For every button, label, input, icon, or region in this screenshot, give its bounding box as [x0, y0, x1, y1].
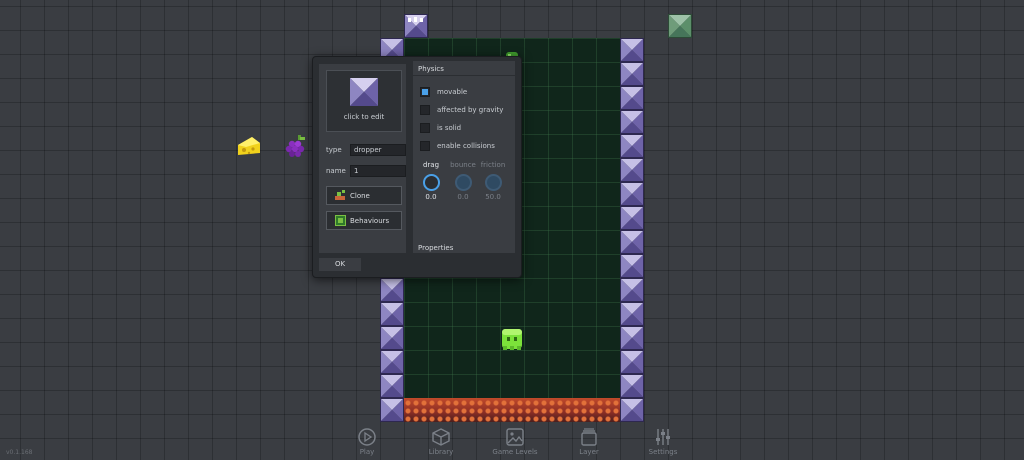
checkbox[interactable] — [420, 141, 430, 151]
type-field-row: type — [326, 144, 406, 156]
clone-icon — [335, 190, 345, 200]
wall-tile[interactable] — [620, 254, 644, 278]
toolbar-label: Layer — [579, 448, 599, 456]
toolbar-label: Play — [359, 448, 375, 456]
wall-tile[interactable] — [620, 38, 644, 62]
dropper-sprite[interactable] — [404, 14, 428, 38]
physics-option[interactable]: is solid — [420, 123, 461, 133]
wall-tile[interactable] — [620, 374, 644, 398]
physics-option[interactable]: movable — [420, 87, 467, 97]
wall-tile[interactable] — [380, 326, 404, 350]
knob-label: drag — [422, 161, 440, 169]
knob-value: 0.0 — [457, 193, 469, 201]
slime-icon — [502, 329, 522, 350]
dropper-sprite-preview-icon — [350, 78, 378, 106]
toolbar-label: Library — [428, 448, 454, 456]
sprite-edit-box[interactable]: click to edit — [326, 70, 402, 132]
properties-title: Properties — [418, 244, 454, 252]
wall-tile[interactable] — [380, 374, 404, 398]
wall-tile[interactable] — [620, 110, 644, 134]
name-input[interactable] — [350, 165, 406, 177]
grapes-icon — [285, 135, 305, 157]
wall-tile[interactable] — [620, 206, 644, 230]
physics-panel: Physics movable affected by gravity is sol… — [413, 61, 515, 253]
wall-tile[interactable] — [620, 350, 644, 374]
object-editor-dialog: click to edit type name Clone Behaviours — [312, 56, 522, 278]
behaviours-button[interactable]: Behaviours — [326, 211, 402, 230]
box-icon — [432, 428, 450, 446]
physics-option-label: affected by gravity — [437, 106, 504, 114]
grass-tile-icon — [668, 14, 692, 38]
toolbar-layer-button[interactable]: Layer — [552, 422, 626, 460]
sliders-icon — [656, 429, 670, 445]
wall-tile[interactable] — [620, 182, 644, 206]
bottom-toolbar: Play Library Game Levels Layer Settings — [330, 422, 700, 460]
wall-tile[interactable] — [380, 350, 404, 374]
knob-bounce: bounce 0.0 — [450, 161, 476, 201]
checkbox[interactable] — [420, 105, 430, 115]
dropper-drops-icon — [408, 17, 423, 22]
knob-label: friction — [480, 161, 506, 169]
version-label: v0.1.168 — [6, 449, 33, 456]
knob-dial[interactable] — [422, 174, 440, 191]
physics-option-label: movable — [437, 88, 468, 96]
behaviours-icon — [335, 215, 346, 226]
knob-friction: friction 50.0 — [480, 161, 506, 201]
physics-option[interactable]: enable collisions — [420, 141, 495, 151]
lava-floor[interactable] — [404, 398, 620, 422]
grass-tile[interactable] — [668, 14, 692, 42]
image-icon — [506, 428, 524, 446]
cheese-sprite[interactable] — [236, 135, 262, 161]
wall-tile[interactable] — [620, 398, 644, 422]
checkbox[interactable] — [420, 87, 430, 97]
wall-tile[interactable] — [620, 230, 644, 254]
toolbar-play-button[interactable]: Play — [330, 422, 404, 460]
cheese-icon — [238, 137, 260, 155]
knob-value: 50.0 — [485, 193, 501, 201]
wall-tile[interactable] — [380, 398, 404, 422]
toolbar-settings-button[interactable]: Settings — [626, 422, 700, 460]
knob-label: bounce — [450, 161, 476, 169]
knob-dial[interactable] — [454, 174, 472, 191]
clone-label: Clone — [350, 191, 370, 200]
name-label: name — [326, 167, 346, 175]
toolbar-label: Game Levels — [492, 448, 538, 456]
wall-tile[interactable] — [620, 278, 644, 302]
knob-value: 0.0 — [425, 193, 437, 201]
physics-title: Physics — [418, 65, 444, 73]
wall-tile[interactable] — [620, 326, 644, 350]
knob-dial[interactable] — [484, 174, 502, 191]
name-field-row: name — [326, 165, 406, 177]
physics-option-label: is solid — [437, 124, 462, 132]
object-info-panel: click to edit type name Clone Behaviours — [319, 64, 406, 253]
type-label: type — [326, 146, 342, 154]
wall-tile[interactable] — [620, 86, 644, 110]
behaviours-label: Behaviours — [350, 216, 390, 225]
wall-tile[interactable] — [380, 278, 404, 302]
clone-button[interactable]: Clone — [326, 186, 402, 205]
wall-tile[interactable] — [620, 134, 644, 158]
physics-option[interactable]: affected by gravity — [420, 105, 503, 115]
wall-tile[interactable] — [620, 302, 644, 326]
checkbox[interactable] — [420, 123, 430, 133]
knob-drag: drag 0.0 — [418, 161, 444, 201]
sprite-edit-caption: click to edit — [343, 113, 385, 121]
physics-divider — [413, 75, 515, 76]
green-slime-sprite[interactable] — [499, 326, 525, 356]
wall-tile[interactable] — [620, 158, 644, 182]
toolbar-game-levels-button[interactable]: Game Levels — [478, 422, 552, 460]
ok-button[interactable]: OK — [319, 258, 361, 271]
type-input[interactable] — [350, 144, 406, 156]
toolbar-label: Settings — [648, 448, 678, 456]
play-icon — [358, 428, 376, 446]
grapes-sprite[interactable] — [284, 134, 308, 162]
physics-option-label: enable collisions — [437, 142, 495, 150]
toolbar-library-button[interactable]: Library — [404, 422, 478, 460]
right-wall-tiles[interactable] — [620, 38, 644, 422]
layers-icon — [581, 428, 597, 446]
wall-tile[interactable] — [620, 62, 644, 86]
wall-tile[interactable] — [380, 302, 404, 326]
